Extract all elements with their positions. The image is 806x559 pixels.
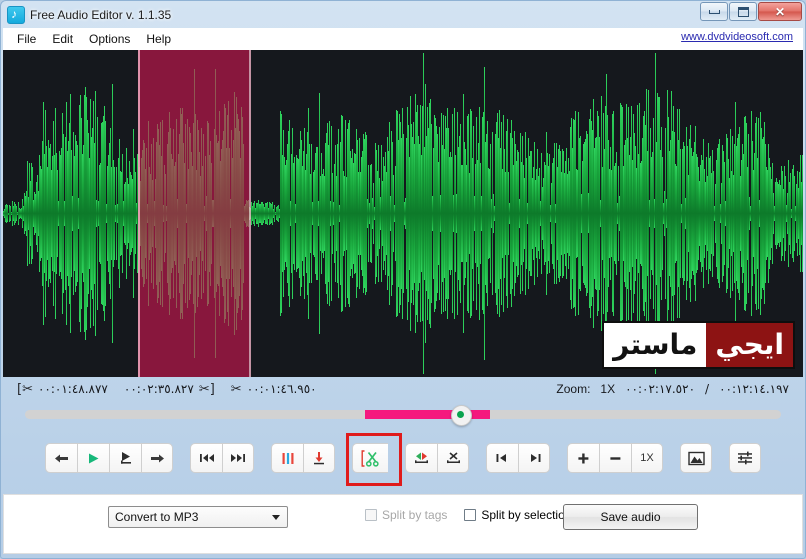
skip-to-end-button[interactable] [222, 443, 254, 473]
output-format-value: Convert to MP3 [115, 510, 199, 524]
zoom-reset-button[interactable]: 1X [631, 443, 663, 473]
selection-end-group: ٠٠:٠٢:٣٥.٨٢٧ ✂] [124, 382, 215, 397]
play-from-marker-icon [120, 451, 131, 464]
watermark: ماستر ايجي [602, 321, 795, 369]
cut-length-icon: ✂ [230, 381, 242, 397]
menu-item-edit[interactable]: Edit [44, 30, 81, 48]
skip-group [190, 443, 254, 473]
jump-end-icon [530, 454, 540, 462]
trim-icon [415, 452, 428, 464]
menu-item-options[interactable]: Options [81, 30, 138, 48]
rewind-button[interactable] [45, 443, 77, 473]
split-by-tags-label: Split by tags [382, 508, 448, 522]
selection-start-time: ٠٠:٠١:٤٨.٨٧٧ [37, 382, 108, 396]
sliders-icon [738, 451, 752, 465]
zoom-group: 1X [567, 443, 663, 473]
app-window: Free Audio Editor v. 1.1.35 ✕ File Edit … [0, 0, 806, 559]
selection-start-group: [✂ ٠٠:٠١:٤٨.٨٧٧ [17, 382, 108, 397]
trim-selection-button[interactable] [405, 443, 437, 473]
delete-selection-button[interactable] [437, 443, 469, 473]
picture-icon [687, 451, 705, 465]
chevron-down-icon [272, 515, 280, 520]
minus-icon [610, 456, 621, 460]
waveform-display[interactable]: ماستر ايجي [3, 50, 803, 377]
title-bar: Free Audio Editor v. 1.1.35 ✕ [1, 1, 805, 26]
output-format-select[interactable]: Convert to MP3 [108, 506, 288, 528]
add-marker-button[interactable] [271, 443, 303, 473]
go-selection-start-button[interactable] [486, 443, 518, 473]
settings-button[interactable] [729, 443, 761, 473]
cut-end-icon: ✂] [198, 381, 215, 397]
picture-group [680, 443, 712, 473]
scrubber-track[interactable] [25, 410, 781, 419]
skip-back-icon [199, 454, 214, 462]
minimize-icon [708, 9, 720, 14]
playback-group [45, 443, 173, 473]
jump-group [486, 443, 550, 473]
selection-length-time: ٠٠:٠١:٤٦.٩٥٠ [246, 382, 317, 396]
selection-length-group: ✂ ٠٠:٠١:٤٦.٩٥٠ [231, 382, 317, 397]
music-note-icon [7, 6, 25, 24]
delete-region-icon [446, 452, 460, 464]
play-button[interactable] [77, 443, 109, 473]
cut-group [346, 433, 402, 486]
save-audio-button[interactable]: Save audio [563, 504, 698, 530]
scrubber-handle[interactable] [451, 405, 473, 426]
zoom-value: 1X [600, 382, 616, 396]
split-by-selections-box[interactable] [464, 509, 477, 521]
plus-icon [578, 453, 589, 463]
scissors-bracket-icon [361, 449, 379, 467]
watermark-red-text: ايجي [706, 323, 793, 367]
marker-down-icon [314, 452, 324, 465]
skip-to-start-button[interactable] [190, 443, 222, 473]
insert-marker-button[interactable] [303, 443, 335, 473]
split-by-selections-checkbox[interactable]: Split by selections [464, 508, 577, 522]
transport-toolbar: 1X [3, 427, 803, 489]
forward-button[interactable] [141, 443, 173, 473]
window-controls: ✕ [699, 2, 802, 21]
zoom-label: Zoom: [556, 382, 591, 396]
view-image-button[interactable] [680, 443, 712, 473]
selection-region[interactable] [138, 50, 250, 377]
zoom-in-button[interactable] [567, 443, 599, 473]
time-separator: / [705, 382, 710, 396]
arrow-left-icon [55, 454, 68, 462]
settings-group [729, 443, 761, 473]
time-info-bar: [✂ ٠٠:٠١:٤٨.٨٧٧ ٠٠:٠٢:٣٥.٨٢٧ ✂] ✂ ٠٠:٠١:… [3, 377, 803, 401]
split-by-tags-box [365, 509, 377, 521]
website-link[interactable]: www.dvdvideosoft.com [681, 31, 793, 43]
split-options: Split by tags Split by selections [365, 508, 577, 522]
skip-forward-icon [231, 454, 245, 462]
play-from-cursor-button[interactable] [109, 443, 141, 473]
maximize-button[interactable] [729, 2, 757, 21]
markers-icon [282, 452, 293, 464]
minimize-button[interactable] [700, 2, 728, 21]
menu-item-file[interactable]: File [9, 30, 44, 48]
close-button[interactable]: ✕ [758, 2, 802, 21]
menu-bar: File Edit Options Help www.dvdvideosoft.… [3, 28, 803, 50]
cut-start-icon: [✂ [17, 381, 33, 397]
watermark-white-text: ماستر [604, 323, 707, 367]
cut-selection-button[interactable] [352, 443, 388, 473]
menu-item-help[interactable]: Help [138, 30, 179, 48]
scrubber[interactable] [3, 401, 803, 427]
play-icon [89, 453, 99, 463]
selection-end-handle[interactable] [249, 50, 252, 377]
bottom-bar: Convert to MP3 Split by tags Split by se… [5, 494, 801, 554]
split-by-tags-checkbox: Split by tags [365, 508, 447, 522]
jump-start-icon [496, 454, 506, 462]
trim-group [405, 443, 469, 473]
go-selection-end-button[interactable] [518, 443, 550, 473]
window-title: Free Audio Editor v. 1.1.35 [30, 8, 172, 22]
total-duration: ٠٠:١٢:١٤.١٩٧ [719, 382, 789, 396]
maximize-icon [737, 6, 749, 17]
selection-end-time: ٠٠:٠٢:٣٥.٨٢٧ [123, 382, 194, 396]
playback-position: ٠٠:٠٢:١٧.٥٢٠ [625, 382, 696, 396]
zoom-out-button[interactable] [599, 443, 631, 473]
selection-start-handle[interactable] [138, 50, 141, 377]
arrow-right-icon [150, 454, 164, 462]
zoom-reset-label: 1X [640, 452, 654, 464]
marker-group [271, 443, 335, 473]
